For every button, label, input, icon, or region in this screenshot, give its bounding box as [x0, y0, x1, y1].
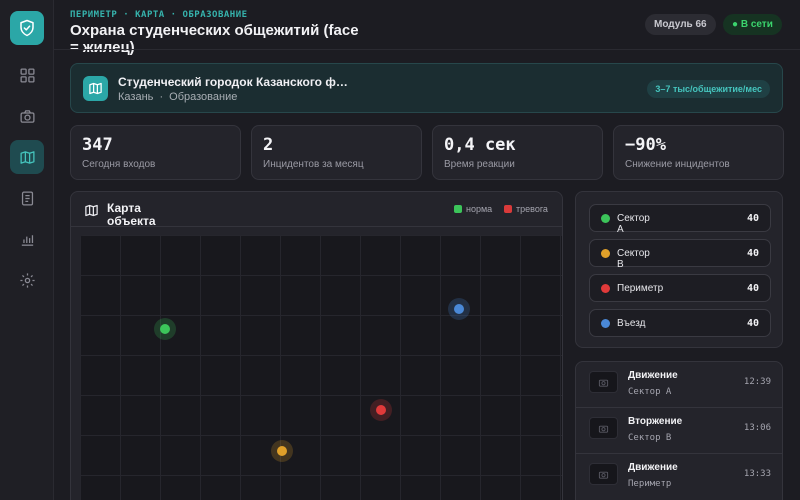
event-type: Движение — [628, 462, 678, 473]
camera-icon — [598, 471, 609, 479]
camera-icon — [19, 109, 35, 123]
event-time: 13:33 — [743, 469, 771, 479]
event-item[interactable]: Движение Сектор А 12:39 — [576, 362, 782, 408]
camera-icon — [598, 379, 609, 387]
status-dot — [601, 249, 610, 258]
legend-normal: норма — [454, 204, 492, 214]
status-dot — [601, 214, 610, 223]
event-location: Сектор В — [628, 433, 672, 443]
status-dot — [601, 284, 610, 293]
sidebar-item-cameras[interactable] — [10, 99, 44, 133]
sector-item-entrance[interactable]: Въезд 40 — [589, 309, 771, 337]
sector-name: Въезд — [617, 318, 646, 329]
breadcrumb: ПЕРИМЕТР · КАРТА · ОБРАЗОВАНИЕ — [70, 10, 248, 20]
map-header-divider — [71, 226, 562, 227]
sector-count: 40 — [746, 213, 759, 224]
marker-orange[interactable] — [271, 440, 293, 462]
stat-value: 347 — [82, 135, 113, 155]
marker-red[interactable] — [370, 399, 392, 421]
map-canvas[interactable] — [80, 235, 562, 500]
event-item[interactable]: Движение Периметр 13:33 — [576, 454, 782, 500]
event-type: Вторжение — [628, 416, 683, 427]
sector-name: Сектор А — [617, 213, 650, 235]
sidebar — [0, 0, 54, 500]
sector-name: Периметр — [617, 283, 664, 294]
sector-name: Сектор В — [617, 248, 650, 270]
sector-item-perimeter[interactable]: Периметр 40 — [589, 274, 771, 302]
stat-card-incidents: 2 Инцидентов за месяц — [251, 125, 422, 180]
stat-label: Инцидентов за месяц — [263, 159, 364, 170]
sector-count: 40 — [746, 283, 759, 294]
camera-thumbnail — [589, 371, 618, 393]
map-icon — [85, 204, 98, 217]
sidebar-item-reports[interactable] — [10, 181, 44, 215]
event-time: 12:39 — [743, 377, 771, 387]
camera-thumbnail — [589, 417, 618, 439]
camera-icon — [598, 425, 609, 433]
camera-thumbnail — [589, 463, 618, 485]
app-root: ПЕРИМЕТР · КАРТА · ОБРАЗОВАНИЕ Охрана ст… — [0, 0, 800, 500]
map-icon — [83, 76, 108, 101]
legend-swatch-alarm — [504, 205, 512, 213]
bar-chart-icon — [21, 234, 33, 246]
sidebar-item-dashboard[interactable] — [10, 58, 44, 92]
sector-item-b[interactable]: Сектор В 40 — [589, 239, 771, 270]
stat-card-reduction: −90% Снижение инцидентов — [613, 125, 784, 180]
site-name: Студенческий городок Казанского ф… — [118, 75, 348, 89]
marker-green[interactable] — [154, 318, 176, 340]
stat-value: −90% — [625, 135, 666, 155]
sidebar-item-settings[interactable] — [10, 263, 44, 297]
sector-item-a[interactable]: Сектор А 40 — [589, 204, 771, 235]
legend-alarm: тревога — [504, 204, 548, 214]
shield-logo-icon[interactable] — [10, 11, 44, 45]
site-category: Образование — [169, 91, 238, 103]
sector-list-panel: Сектор А 40 Сектор В 40 Периметр 40 Въез… — [575, 191, 783, 348]
site-meta: Казань · Образование — [118, 91, 237, 103]
stat-value: 0,4 сек — [444, 135, 516, 155]
gear-icon — [19, 272, 35, 288]
price-badge: 3–7 тыс/общежитие/мес — [647, 80, 770, 98]
site-info-banner: Студенческий городок Казанского ф… Казан… — [70, 63, 783, 113]
stat-label: Снижение инцидентов — [625, 159, 730, 170]
status-dot — [601, 319, 610, 328]
stat-card-reaction-time: 0,4 сек Время реакции — [432, 125, 603, 180]
legend-label: норма — [466, 204, 493, 214]
sector-count: 40 — [746, 248, 759, 259]
legend-label: тревога — [516, 204, 548, 214]
stat-label: Сегодня входов — [82, 159, 156, 170]
event-location: Периметр — [628, 479, 672, 489]
stat-label: Время реакции — [444, 159, 515, 170]
event-time: 13:06 — [743, 423, 771, 433]
map-icon — [19, 150, 35, 164]
stat-value: 2 — [263, 135, 274, 155]
event-location: Сектор А — [628, 387, 672, 397]
site-city: Казань — [118, 91, 154, 103]
header-divider — [54, 49, 800, 50]
marker-blue[interactable] — [448, 298, 470, 320]
event-feed-panel: Движение Сектор А 12:39 Вторжение Сектор… — [575, 361, 783, 500]
document-icon — [21, 190, 33, 206]
facility-map-panel: Карта объекта норма тревога — [70, 191, 563, 500]
dashboard-icon — [19, 67, 35, 83]
event-item[interactable]: Вторжение Сектор В 13:06 — [576, 408, 782, 454]
map-title: Карта объекта — [107, 201, 156, 228]
site-meta-separator: · — [159, 91, 164, 103]
event-type: Движение — [628, 370, 678, 381]
sidebar-item-analytics[interactable] — [10, 222, 44, 256]
online-status-badge: ● В сети — [723, 14, 782, 35]
module-badge: Модуль 66 — [645, 14, 716, 35]
page-title: Охрана студенческих общежитий (face = жи… — [70, 22, 359, 56]
sector-count: 40 — [746, 318, 759, 329]
sidebar-item-map[interactable] — [10, 140, 44, 174]
stat-card-entries: 347 Сегодня входов — [70, 125, 241, 180]
legend-swatch-normal — [454, 205, 462, 213]
